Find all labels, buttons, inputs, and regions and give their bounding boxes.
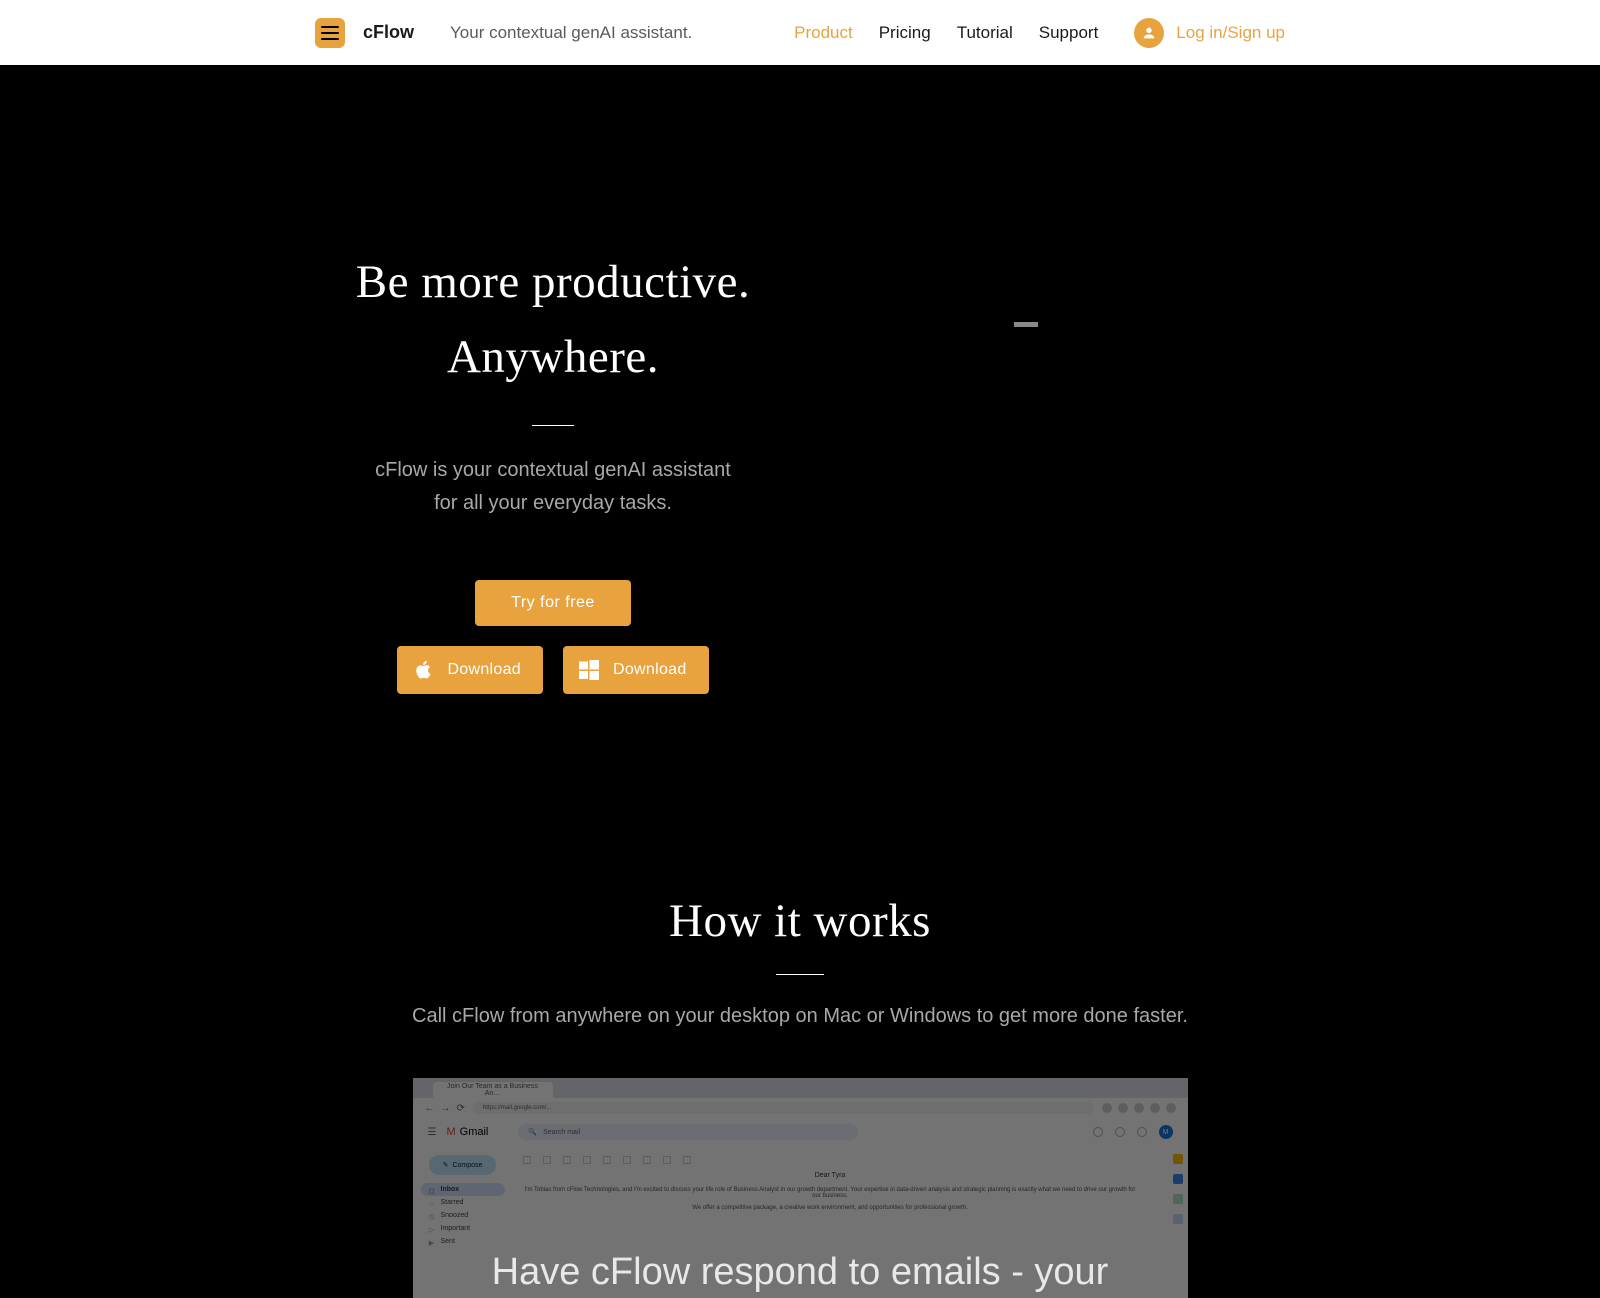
brand-name[interactable]: cFlow [363,22,414,43]
header-left: cFlow Your contextual genAI assistant. [315,18,692,48]
download-windows-button[interactable]: Download [563,646,709,694]
how-divider [776,974,824,975]
user-icon [1134,18,1164,48]
brand-tagline: Your contextual genAI assistant. [450,23,692,43]
nav-support[interactable]: Support [1039,23,1099,43]
download-row: Download Download [397,646,708,694]
hero-title-line2: Anywhere. [447,331,659,383]
demo-screenshot: Join Our Team as a Business An… ← → ⟳ ht… [413,1078,1188,1298]
button-group: Try for free Download [273,580,833,694]
hero-title-line1: Be more productive. [356,256,751,308]
how-title: How it works [0,894,1600,948]
nav-product[interactable]: Product [794,23,853,43]
how-subtitle: Call cFlow from anywhere on your desktop… [0,1005,1600,1028]
hero-title: Be more productive. Anywhere. [273,245,833,395]
windows-icon [577,658,601,682]
try-for-free-button[interactable]: Try for free [475,580,631,626]
login-section[interactable]: Log in/Sign up [1134,18,1285,48]
hero-subtitle: cFlow is your contextual genAI assistant… [273,454,833,520]
brand-logo[interactable] [315,18,345,48]
hero-content: Be more productive. Anywhere. cFlow is y… [273,245,833,694]
hero-divider [532,425,574,426]
hero-subtitle-line1: cFlow is your contextual genAI assistant [375,459,731,481]
download-apple-label: Download [447,661,521,679]
nav-tutorial[interactable]: Tutorial [957,23,1013,43]
download-apple-button[interactable]: Download [397,646,543,694]
login-link[interactable]: Log in/Sign up [1176,23,1285,43]
apple-icon [411,658,435,682]
download-windows-label: Download [613,661,687,679]
hero-subtitle-line2: for all your everyday tasks. [434,492,672,514]
header-right: Product Pricing Tutorial Support Log in/… [794,18,1285,48]
how-it-works-section: How it works Call cFlow from anywhere on… [0,894,1600,1298]
demo-overlay: Have cFlow respond to emails - your [413,1078,1188,1298]
video-placeholder [1014,322,1038,327]
nav-pricing[interactable]: Pricing [879,23,931,43]
hero-section: Be more productive. Anywhere. cFlow is y… [0,65,1600,694]
logo-icon [321,26,339,40]
header-bar: cFlow Your contextual genAI assistant. P… [0,0,1600,65]
demo-overlay-text: Have cFlow respond to emails - your [452,1251,1149,1294]
